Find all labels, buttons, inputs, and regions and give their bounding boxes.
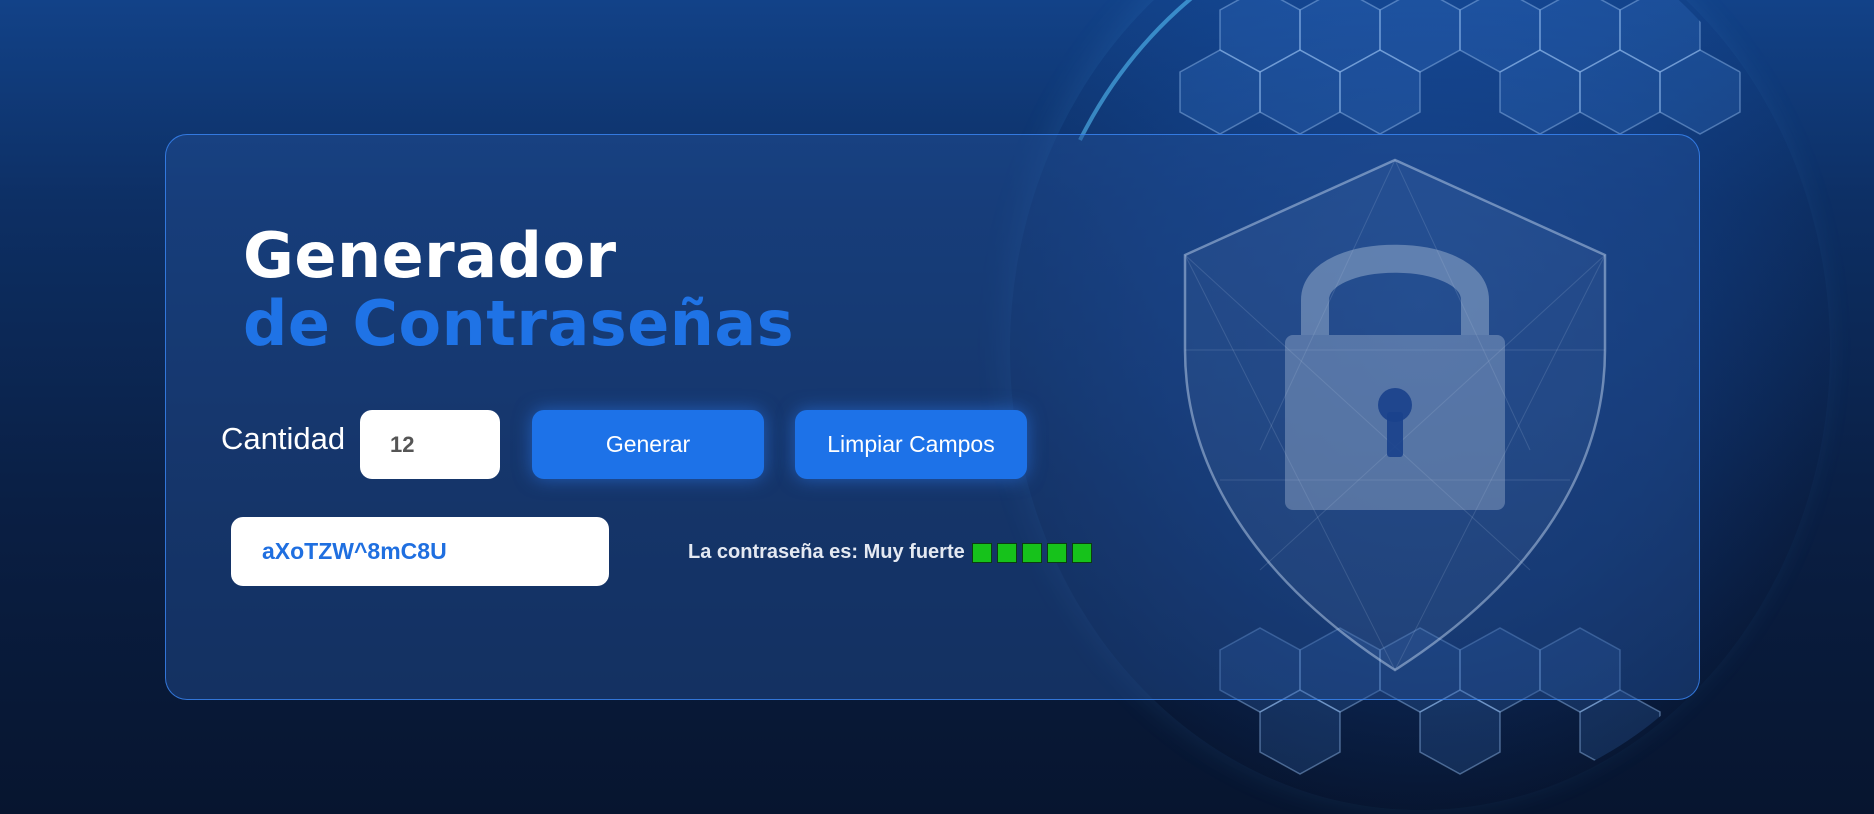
strength-text: La contraseña es: Muy fuerte [688, 541, 965, 563]
strength-square [996, 542, 1017, 563]
password-output[interactable]: aXoTZW^8mC8U [231, 517, 609, 586]
strength-indicator: La contraseña es: Muy fuerte [688, 541, 1097, 564]
title-line-2: de Contraseñas [243, 287, 795, 360]
strength-square [1021, 542, 1042, 563]
quantity-label: Cantidad [221, 421, 346, 456]
generate-button[interactable]: Generar [532, 410, 764, 479]
quantity-input[interactable] [360, 410, 500, 479]
page-title: Generador de Contraseñas [243, 222, 794, 358]
shield-lock-icon [1183, 158, 1607, 672]
strength-square [1046, 542, 1067, 563]
title-line-1: Generador [243, 219, 617, 292]
strength-square [1071, 542, 1092, 563]
strength-square [971, 542, 992, 563]
strength-meter [971, 542, 1097, 563]
clear-fields-button[interactable]: Limpiar Campos [795, 410, 1027, 479]
